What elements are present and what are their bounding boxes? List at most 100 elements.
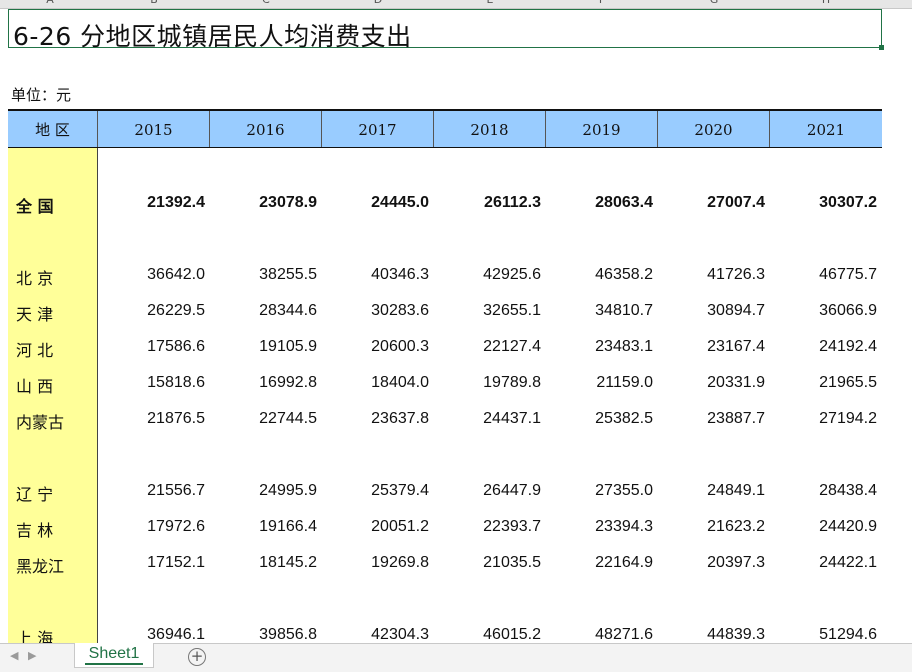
value-cell[interactable]: 27355.0 <box>543 482 653 500</box>
value-cell[interactable]: 36642.0 <box>95 266 205 284</box>
value-cell[interactable]: 24192.4 <box>767 338 877 356</box>
value-cell[interactable]: 46015.2 <box>431 626 541 644</box>
value-cell[interactable]: 18404.0 <box>319 374 429 392</box>
column-header-b[interactable]: B <box>144 0 164 6</box>
value-cell[interactable]: 17586.6 <box>95 338 205 356</box>
value-cell[interactable]: 22744.5 <box>207 410 317 428</box>
value-cell[interactable]: 28344.6 <box>207 302 317 320</box>
column-header-a[interactable]: A <box>40 0 60 6</box>
value-cell[interactable]: 30307.2 <box>767 194 877 212</box>
value-cell[interactable]: 27194.2 <box>767 410 877 428</box>
value-cell[interactable]: 18145.2 <box>207 554 317 572</box>
region-cell[interactable]: 辽 宁 <box>16 481 53 505</box>
value-cell[interactable]: 41726.3 <box>655 266 765 284</box>
value-cell[interactable]: 25379.4 <box>319 482 429 500</box>
triangle-left-icon[interactable]: ◀ <box>10 649 18 662</box>
value-cell[interactable]: 44839.3 <box>655 626 765 644</box>
title-cell[interactable]: 6-26 分地区城镇居民人均消费支出 <box>8 9 882 51</box>
value-cell[interactable]: 24995.9 <box>207 482 317 500</box>
value-cell[interactable]: 51294.6 <box>767 626 877 644</box>
region-cell[interactable]: 北 京 <box>16 265 53 289</box>
column-header-c[interactable]: C <box>256 0 276 6</box>
value-cell[interactable]: 21392.4 <box>95 194 205 212</box>
value-cell[interactable]: 15818.6 <box>95 374 205 392</box>
value-cell[interactable]: 21876.5 <box>95 410 205 428</box>
value-cell[interactable]: 39856.8 <box>207 626 317 644</box>
value-cell[interactable]: 22393.7 <box>431 518 541 536</box>
year-header[interactable]: 2020 <box>658 111 770 147</box>
column-header-g[interactable]: G <box>704 0 724 6</box>
value-cell[interactable]: 26112.3 <box>431 194 541 212</box>
value-cell[interactable]: 23394.3 <box>543 518 653 536</box>
year-header[interactable]: 2019 <box>546 111 658 147</box>
region-cell[interactable]: 黑龙江 <box>16 553 64 577</box>
value-cell[interactable]: 24437.1 <box>431 410 541 428</box>
region-cell[interactable]: 内蒙古 <box>16 409 64 433</box>
region-cell[interactable]: 全 国 <box>16 193 54 217</box>
value-cell[interactable]: 36946.1 <box>95 626 205 644</box>
plus-circle-icon[interactable]: + <box>188 648 206 666</box>
value-cell[interactable]: 28438.4 <box>767 482 877 500</box>
value-cell[interactable]: 26229.5 <box>95 302 205 320</box>
value-cell[interactable]: 20051.2 <box>319 518 429 536</box>
value-cell[interactable]: 21556.7 <box>95 482 205 500</box>
year-header[interactable]: 2015 <box>98 111 210 147</box>
value-cell[interactable]: 34810.7 <box>543 302 653 320</box>
value-cell[interactable]: 27007.4 <box>655 194 765 212</box>
value-cell[interactable]: 48271.6 <box>543 626 653 644</box>
value-cell[interactable]: 17152.1 <box>95 554 205 572</box>
value-cell[interactable]: 24420.9 <box>767 518 877 536</box>
value-cell[interactable]: 22164.9 <box>543 554 653 572</box>
value-cell[interactable]: 32655.1 <box>431 302 541 320</box>
value-cell[interactable]: 16992.8 <box>207 374 317 392</box>
value-cell[interactable]: 21035.5 <box>431 554 541 572</box>
value-cell[interactable]: 38255.5 <box>207 266 317 284</box>
value-cell[interactable]: 28063.4 <box>543 194 653 212</box>
value-cell[interactable]: 23887.7 <box>655 410 765 428</box>
value-cell[interactable]: 23637.8 <box>319 410 429 428</box>
column-header-e[interactable]: E <box>480 0 500 6</box>
value-cell[interactable]: 23078.9 <box>207 194 317 212</box>
value-cell[interactable]: 17972.6 <box>95 518 205 536</box>
value-cell[interactable]: 20600.3 <box>319 338 429 356</box>
triangle-right-icon[interactable]: ▶ <box>28 649 36 662</box>
region-cell[interactable]: 山 西 <box>16 373 53 397</box>
sheet-tab-sheet1[interactable]: Sheet1 <box>74 643 154 668</box>
year-header[interactable]: 2018 <box>434 111 546 147</box>
value-cell[interactable]: 19269.8 <box>319 554 429 572</box>
value-cell[interactable]: 19105.9 <box>207 338 317 356</box>
value-cell[interactable]: 19789.8 <box>431 374 541 392</box>
value-cell[interactable]: 24445.0 <box>319 194 429 212</box>
value-cell[interactable]: 21623.2 <box>655 518 765 536</box>
value-cell[interactable]: 30894.7 <box>655 302 765 320</box>
value-cell[interactable]: 30283.6 <box>319 302 429 320</box>
value-cell[interactable]: 20397.3 <box>655 554 765 572</box>
value-cell[interactable]: 22127.4 <box>431 338 541 356</box>
value-cell[interactable]: 24849.1 <box>655 482 765 500</box>
value-cell[interactable]: 23483.1 <box>543 338 653 356</box>
value-cell[interactable]: 23167.4 <box>655 338 765 356</box>
value-cell[interactable]: 46358.2 <box>543 266 653 284</box>
column-header-d[interactable]: D <box>368 0 388 6</box>
region-cell[interactable]: 吉 林 <box>16 517 53 541</box>
year-header[interactable]: 2017 <box>322 111 434 147</box>
value-cell[interactable]: 25382.5 <box>543 410 653 428</box>
region-cell[interactable]: 天 津 <box>16 301 53 325</box>
column-header-h[interactable]: H <box>816 0 836 6</box>
value-cell[interactable]: 46775.7 <box>767 266 877 284</box>
fill-handle[interactable] <box>879 45 884 50</box>
value-cell[interactable]: 42304.3 <box>319 626 429 644</box>
value-cell[interactable]: 24422.1 <box>767 554 877 572</box>
year-header[interactable]: 2021 <box>770 111 882 147</box>
region-cell[interactable]: 河 北 <box>16 337 53 361</box>
value-cell[interactable]: 26447.9 <box>431 482 541 500</box>
value-cell[interactable]: 42925.6 <box>431 266 541 284</box>
column-header-f[interactable]: F <box>592 0 612 6</box>
value-cell[interactable]: 36066.9 <box>767 302 877 320</box>
year-header[interactable]: 2016 <box>210 111 322 147</box>
region-header[interactable]: 地 区 <box>8 111 98 147</box>
value-cell[interactable]: 40346.3 <box>319 266 429 284</box>
value-cell[interactable]: 21965.5 <box>767 374 877 392</box>
value-cell[interactable]: 19166.4 <box>207 518 317 536</box>
value-cell[interactable]: 21159.0 <box>543 374 653 392</box>
